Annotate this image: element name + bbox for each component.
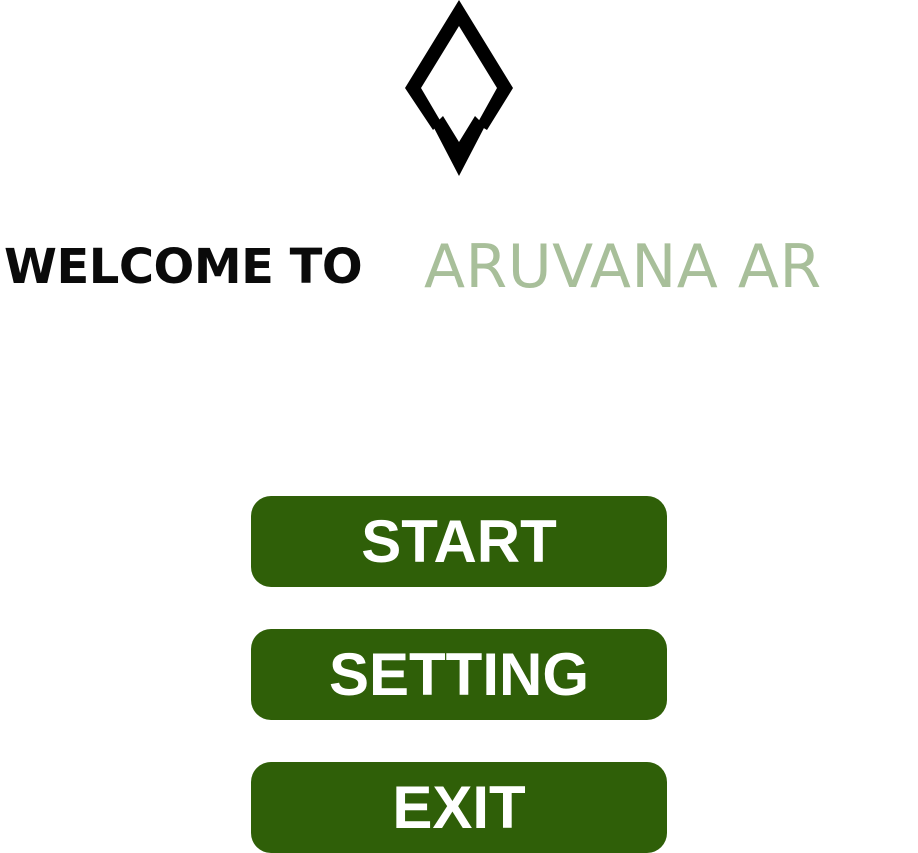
start-button[interactable]: START [251, 496, 667, 587]
welcome-prefix-text: WELCOME TO [4, 239, 363, 295]
setting-button[interactable]: SETTING [251, 629, 667, 720]
welcome-heading: WELCOME TO ARUVANA AR [0, 232, 918, 302]
aruvana-logo-icon [405, 0, 513, 176]
logo-frame-shape [405, 0, 513, 130]
brand-name-text: ARUVANA AR [424, 232, 822, 302]
logo-point-shape [433, 116, 485, 176]
exit-button[interactable]: EXIT [251, 762, 667, 853]
